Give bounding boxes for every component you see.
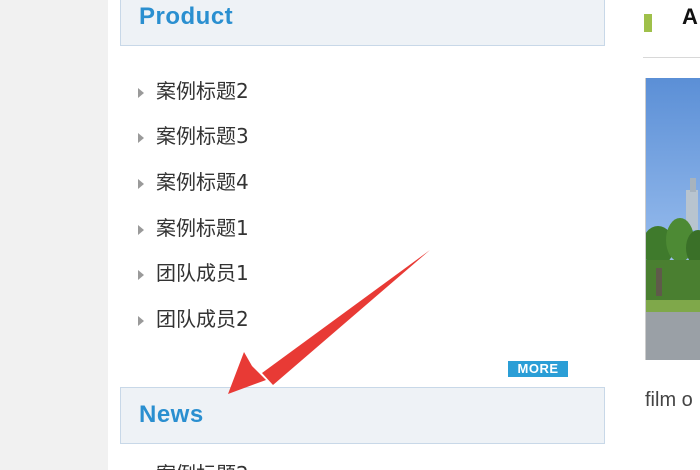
list-item-label[interactable]: 团队成员2 — [156, 305, 249, 333]
triangle-right-icon — [138, 133, 144, 143]
list-item[interactable]: 团队成员1 — [138, 259, 249, 287]
photo-placeholder-icon — [646, 78, 700, 360]
triangle-right-icon — [138, 179, 144, 189]
list-item-label[interactable]: 案例标题2 — [156, 77, 249, 105]
left-gutter — [0, 0, 108, 470]
list-item[interactable]: 案例标题2 — [138, 77, 249, 105]
triangle-right-icon — [138, 225, 144, 235]
right-section-heading: A — [682, 4, 698, 29]
list-item-label[interactable]: 案例标题3 — [156, 122, 249, 150]
list-item[interactable]: 案例标题4 — [138, 168, 249, 196]
product-section-title[interactable]: Product — [139, 3, 233, 31]
list-item-label[interactable]: 案例标题2 — [156, 460, 249, 470]
triangle-right-icon — [138, 270, 144, 280]
list-item-label[interactable]: 团队成员1 — [156, 259, 249, 287]
list-item[interactable]: 团队成员2 — [138, 305, 249, 333]
page: Product 案例标题2 案例标题3 案例标题4 案例标题1 团队成员1 团队… — [0, 0, 700, 470]
triangle-right-icon — [138, 88, 144, 98]
product-section-header: Product — [120, 0, 605, 46]
list-item-label[interactable]: 案例标题4 — [156, 168, 249, 196]
accent-bar — [644, 14, 652, 32]
list-item-label[interactable]: 案例标题1 — [156, 214, 249, 242]
image-caption: film o — [645, 389, 693, 411]
list-item[interactable]: 案例标题1 — [138, 214, 249, 242]
more-button[interactable]: MORE — [508, 361, 568, 377]
divider — [643, 57, 700, 58]
list-item[interactable]: 案例标题2 — [138, 460, 249, 470]
news-section-title[interactable]: News — [139, 401, 204, 429]
news-section-header: News — [120, 387, 605, 444]
feature-image[interactable] — [645, 78, 700, 360]
triangle-right-icon — [138, 316, 144, 326]
list-item[interactable]: 案例标题3 — [138, 122, 249, 150]
